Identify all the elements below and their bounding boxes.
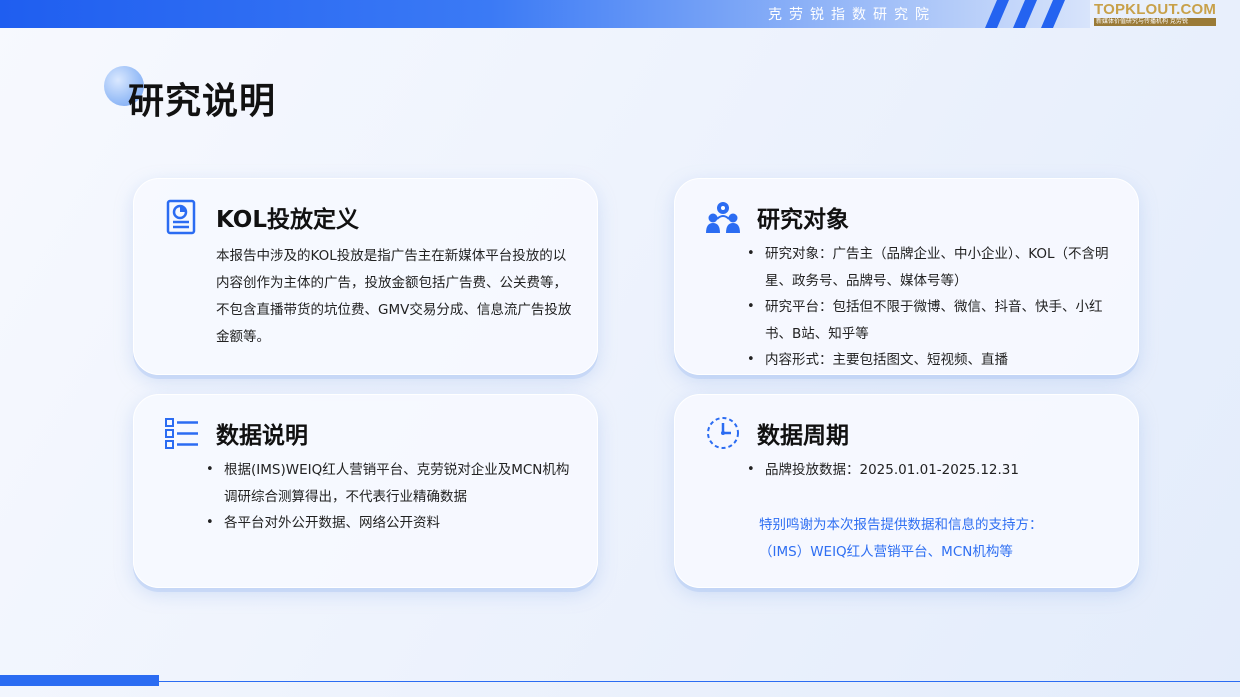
- list-item: 根据(IMS)WEIQ红人营销平台、克劳锐对企业及MCN机构调研综合测算得出，不…: [206, 457, 576, 510]
- people-group-icon: [706, 202, 740, 233]
- research-subject-list: 研究对象：广告主（品牌企业、中小企业）、KOL（不含明星、政务号、品牌号、媒体号…: [747, 241, 1117, 374]
- card-title: 数据周期: [757, 423, 849, 449]
- logo-subtext: 新媒体价值研究与传播机构 克劳锐: [1094, 18, 1216, 26]
- list-item: 研究对象：广告主（品牌企业、中小企业）、KOL（不含明星、政务号、品牌号、媒体号…: [747, 241, 1117, 294]
- list-checklist-icon: [165, 418, 198, 449]
- acknowledgement-text: 特别鸣谢为本次报告提供数据和信息的支持方： （IMS）WEIQ红人营销平台、MC…: [759, 512, 1119, 566]
- list-item: 各平台对外公开数据、网络公开资料: [206, 510, 576, 537]
- card-title: 研究对象: [757, 207, 849, 233]
- data-period-list: 品牌投放数据：2025.01.01-2025.12.31: [747, 457, 1117, 484]
- card-title: KOL投放定义: [216, 207, 359, 233]
- clock-icon: [707, 417, 739, 449]
- report-document-icon: [166, 199, 196, 235]
- card-body-text: 本报告中涉及的KOL投放是指广告主在新媒体平台投放的以内容创作为主体的广告，投放…: [216, 248, 572, 345]
- card-kol-definition: KOL投放定义 本报告中涉及的KOL投放是指广告主在新媒体平台投放的以内容创作为…: [133, 178, 598, 375]
- card-research-subject: 研究对象 研究对象：广告主（品牌企业、中小企业）、KOL（不含明星、政务号、品牌…: [674, 178, 1139, 375]
- decorative-slashes-icon: [985, 0, 1065, 28]
- page-title: 研究说明: [128, 81, 277, 122]
- list-item: 品牌投放数据：2025.01.01-2025.12.31: [747, 457, 1117, 484]
- topklout-logo: TOPKLOUT.COM 新媒体价值研究与传播机构 克劳锐: [1094, 2, 1218, 28]
- logo-text: TOPKLOUT.COM: [1094, 1, 1217, 18]
- acknowledgement-line: （IMS）WEIQ红人营销平台、MCN机构等: [759, 544, 1013, 560]
- card-data-period: 数据周期 品牌投放数据：2025.01.01-2025.12.31 特别鸣谢为本…: [674, 394, 1139, 588]
- card-data-description: 数据说明 根据(IMS)WEIQ红人营销平台、克劳锐对企业及MCN机构调研综合测…: [133, 394, 598, 588]
- bottom-accent-bar: [0, 675, 159, 686]
- bottom-divider-line: [159, 681, 1240, 682]
- list-item: 内容形式：主要包括图文、短视频、直播: [747, 347, 1117, 374]
- institute-name: 克劳锐指数研究院: [768, 7, 936, 23]
- acknowledgement-line: 特别鸣谢为本次报告提供数据和信息的支持方：: [759, 517, 1043, 533]
- card-title: 数据说明: [216, 423, 308, 449]
- list-item: 研究平台：包括但不限于微博、微信、抖音、快手、小红书、B站、知乎等: [747, 294, 1117, 347]
- data-description-list: 根据(IMS)WEIQ红人营销平台、克劳锐对企业及MCN机构调研综合测算得出，不…: [206, 457, 576, 537]
